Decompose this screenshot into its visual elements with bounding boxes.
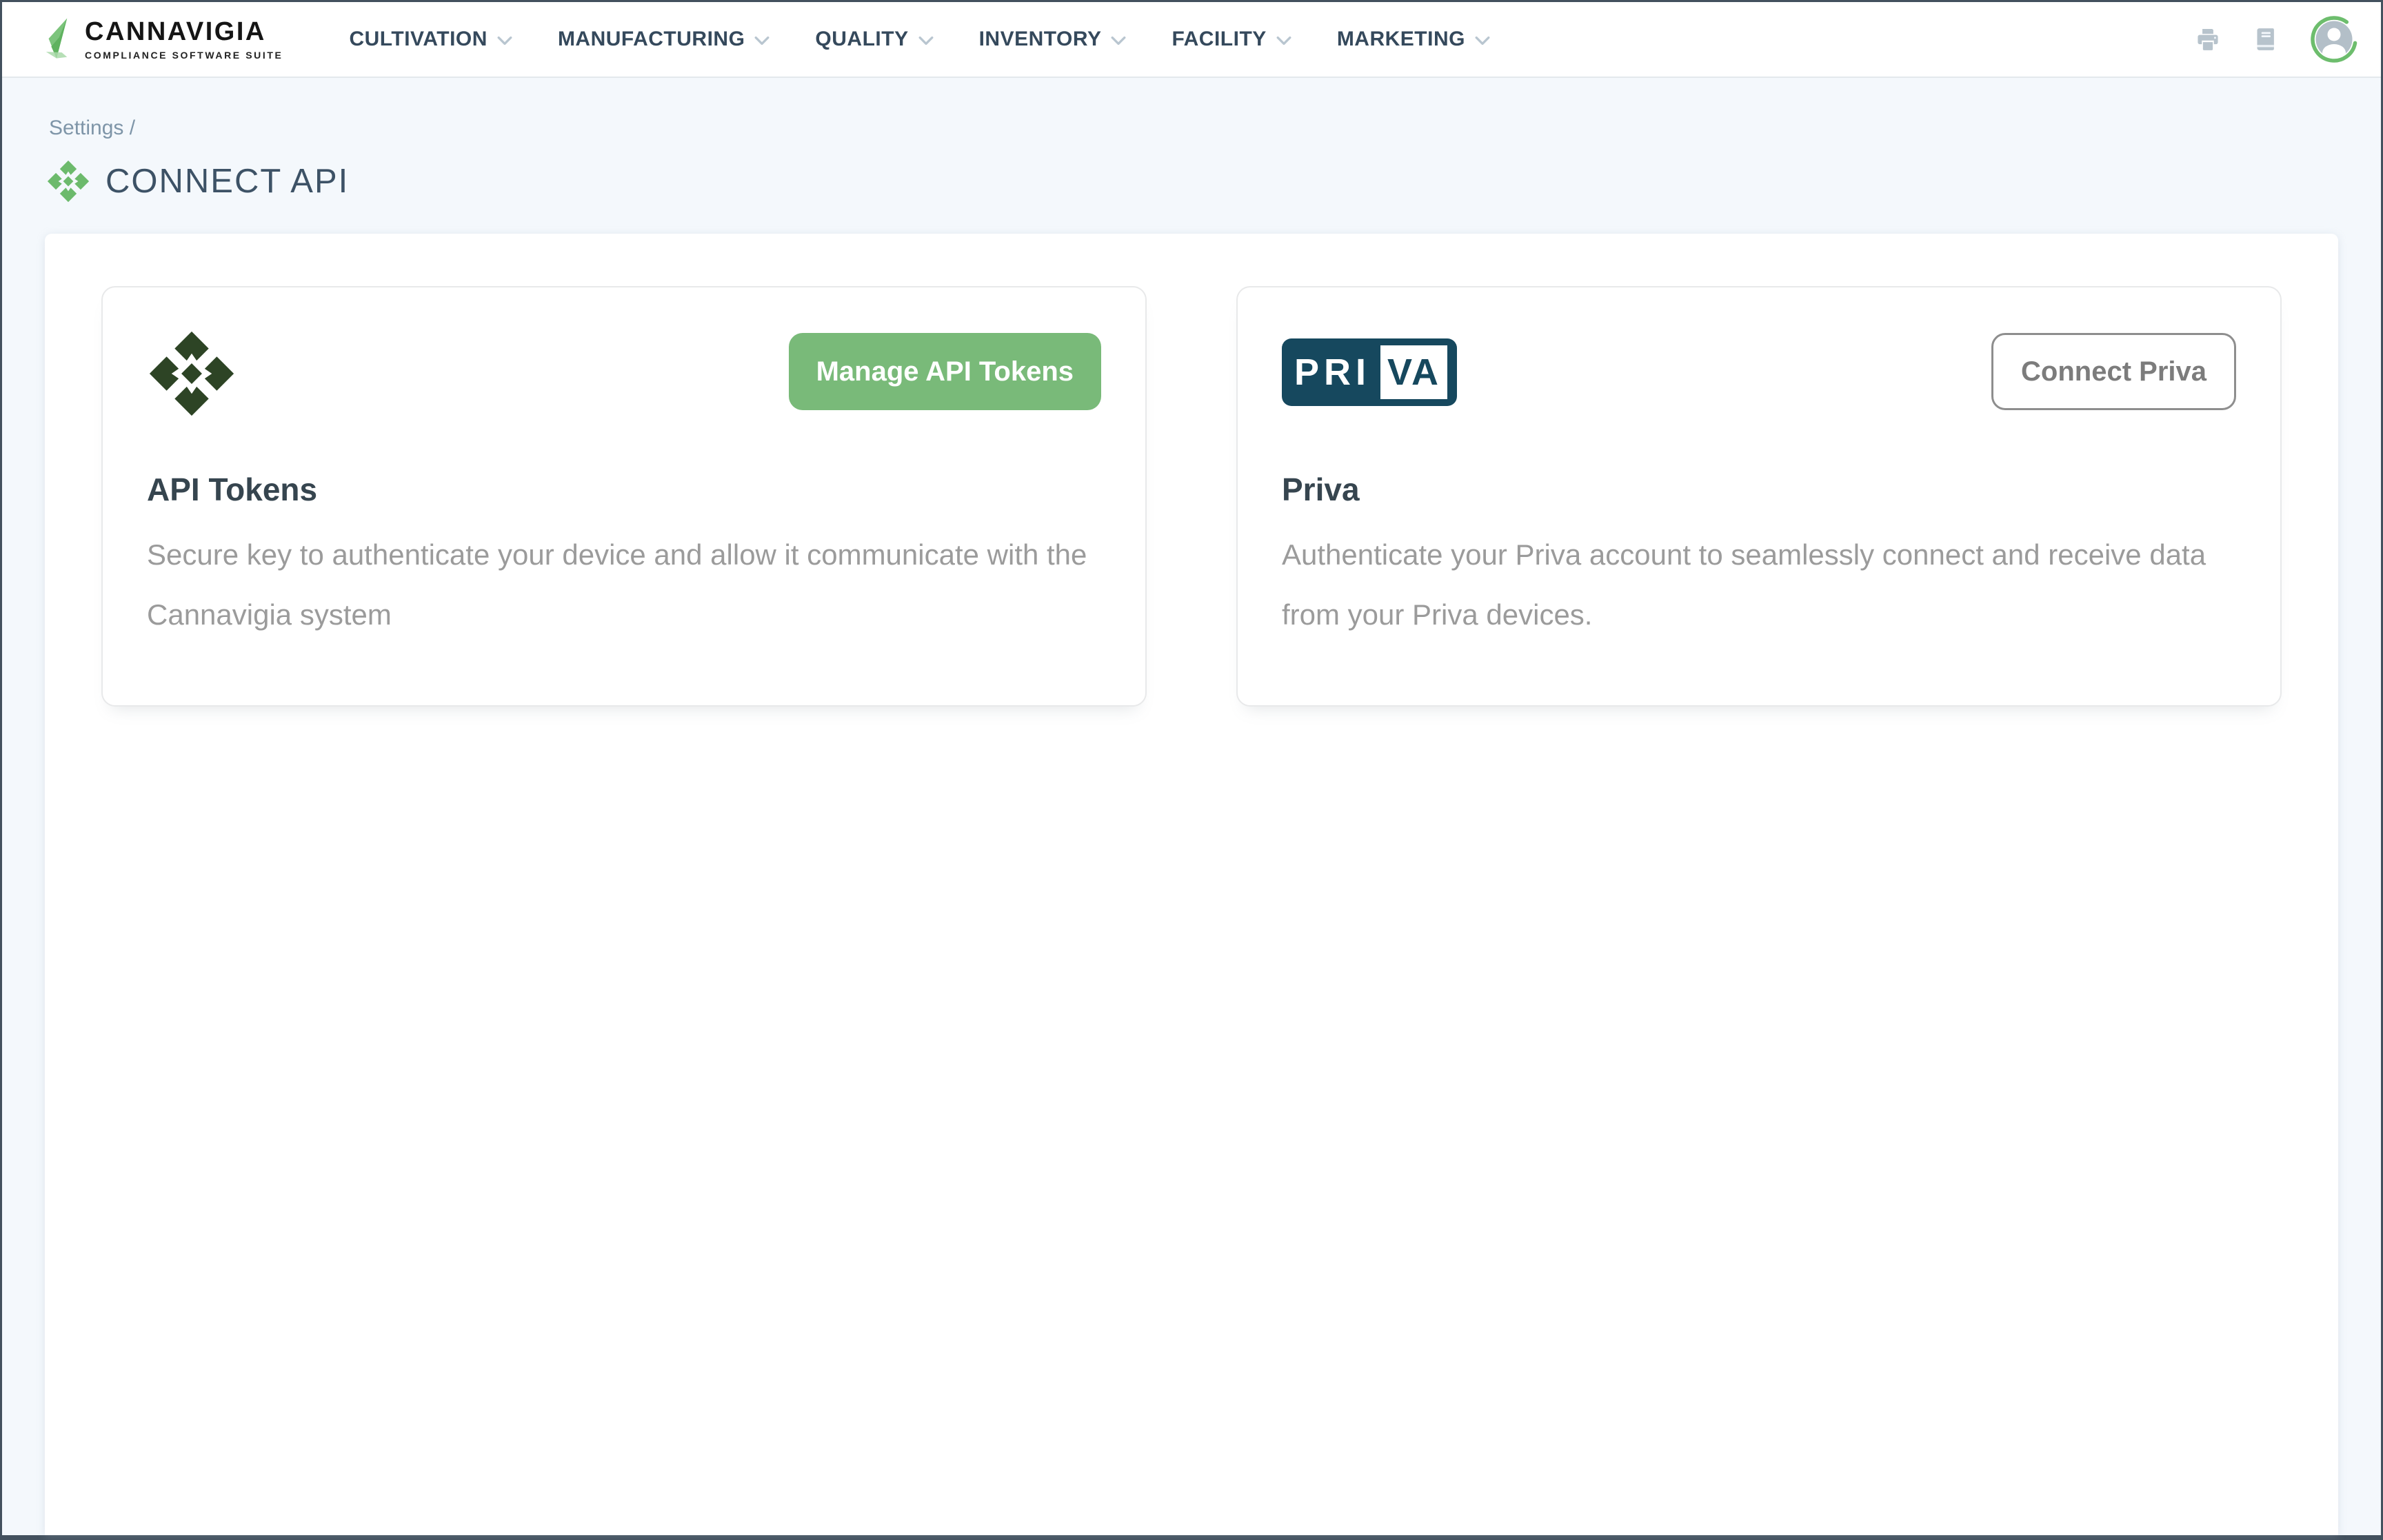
- nav-item-inventory[interactable]: INVENTORY: [979, 28, 1127, 51]
- connect-api-logo: [147, 329, 237, 418]
- book-icon[interactable]: [2253, 26, 2279, 52]
- chevron-down-icon: [918, 36, 934, 45]
- connect-api-icon: [46, 159, 90, 203]
- manage-api-tokens-button[interactable]: Manage API Tokens: [789, 333, 1101, 410]
- page-body: Settings / CONNECT API Manage API Tokens…: [2, 78, 2381, 1535]
- nav-item-manufacturing[interactable]: MANUFACTURING: [558, 28, 770, 51]
- page-title: CONNECT API: [105, 162, 349, 201]
- chevron-down-icon: [497, 36, 512, 45]
- card-api-tokens: Manage API Tokens API Tokens Secure key …: [101, 286, 1147, 707]
- chevron-down-icon: [1111, 36, 1126, 45]
- header-actions: [2195, 16, 2357, 63]
- content-panel: Manage API Tokens API Tokens Secure key …: [45, 234, 2338, 1535]
- cannavigia-leaf-icon: [42, 17, 71, 62]
- priva-logo-text-right: VA: [1380, 345, 1447, 399]
- cards-row: Manage API Tokens API Tokens Secure key …: [101, 286, 2282, 707]
- brand-tagline: COMPLIANCE SOFTWARE SUITE: [85, 50, 283, 61]
- printer-icon[interactable]: [2195, 26, 2221, 52]
- nav-item-marketing[interactable]: MARKETING: [1337, 28, 1490, 51]
- chevron-down-icon: [1475, 36, 1490, 45]
- connect-priva-button[interactable]: Connect Priva: [1991, 333, 2236, 410]
- main-nav: CULTIVATION MANUFACTURING QUALITY INVENT…: [349, 28, 1490, 51]
- card-priva: PRI VA Connect Priva Priva Authenticate …: [1236, 286, 2282, 707]
- chevron-down-icon: [1276, 36, 1291, 45]
- nav-item-facility[interactable]: FACILITY: [1172, 28, 1291, 51]
- priva-logo: PRI VA: [1282, 338, 1457, 406]
- card-description: Authenticate your Priva account to seaml…: [1282, 525, 2236, 645]
- nav-item-cultivation[interactable]: CULTIVATION: [349, 28, 512, 51]
- brand-name: CANNAVIGIA: [85, 19, 283, 45]
- page-title-row: CONNECT API: [46, 159, 2338, 203]
- top-navigation-bar: CANNAVIGIA COMPLIANCE SOFTWARE SUITE CUL…: [2, 2, 2381, 78]
- card-description: Secure key to authenticate your device a…: [147, 525, 1101, 645]
- breadcrumb[interactable]: Settings /: [49, 116, 2338, 140]
- card-title: API Tokens: [147, 471, 1101, 508]
- priva-logo-text-left: PRI: [1294, 354, 1371, 391]
- nav-item-quality[interactable]: QUALITY: [815, 28, 933, 51]
- brand-logo[interactable]: CANNAVIGIA COMPLIANCE SOFTWARE SUITE: [42, 17, 283, 62]
- user-avatar-icon[interactable]: [2311, 16, 2357, 63]
- app-window: CANNAVIGIA COMPLIANCE SOFTWARE SUITE CUL…: [0, 0, 2383, 1540]
- card-title: Priva: [1282, 471, 2236, 508]
- chevron-down-icon: [754, 36, 770, 45]
